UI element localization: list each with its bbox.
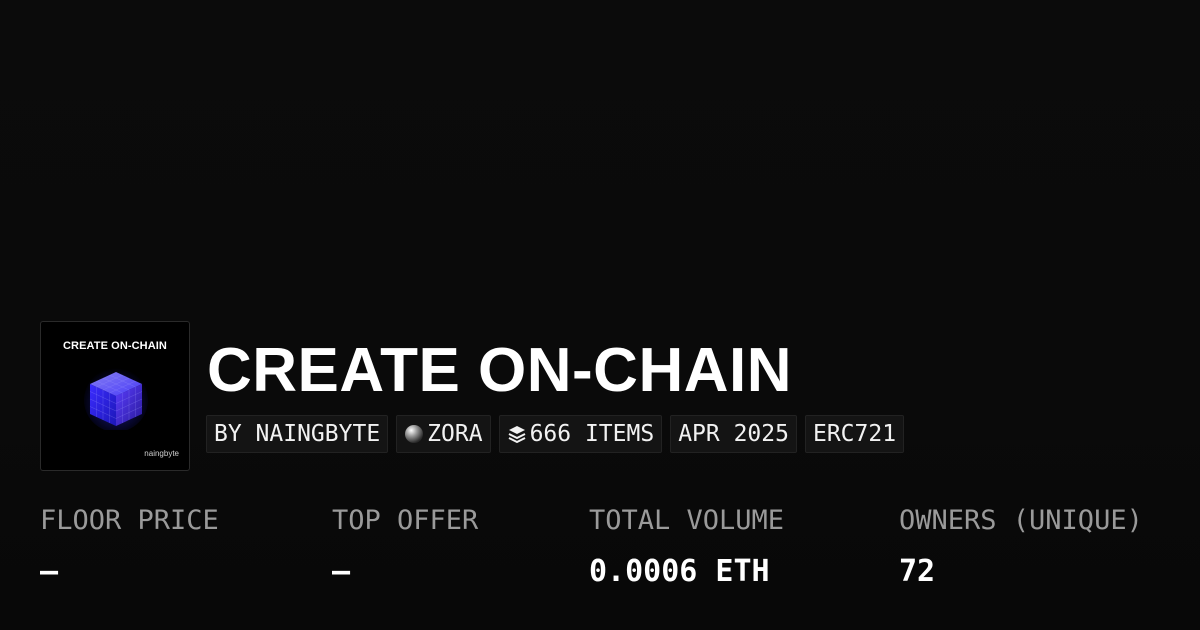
collection-stats: FLOOR PRICE — TOP OFFER — TOTAL VOLUME 0… bbox=[0, 504, 1200, 604]
standard-tag-label: ERC721 bbox=[812, 421, 897, 447]
date-tag: APR 2025 bbox=[670, 415, 797, 453]
stat-top-offer: TOP OFFER — bbox=[332, 504, 478, 590]
thumbnail-title: CREATE ON-CHAIN bbox=[63, 340, 167, 352]
thumbnail-author: naingbyte bbox=[144, 449, 179, 458]
zora-sphere-icon bbox=[404, 424, 424, 444]
date-tag-label: APR 2025 bbox=[678, 421, 789, 447]
stat-total-volume: TOTAL VOLUME 0.0006 ETH bbox=[589, 504, 784, 590]
stat-owners: OWNERS (UNIQUE) 72 bbox=[899, 504, 1143, 590]
stat-label: TOTAL VOLUME bbox=[589, 505, 785, 536]
stat-label: TOP OFFER bbox=[332, 505, 479, 536]
stat-value: — bbox=[332, 554, 351, 589]
items-tag[interactable]: 666 ITEMS bbox=[498, 415, 663, 453]
stat-label: OWNERS (UNIQUE) bbox=[899, 505, 1143, 536]
collection-thumbnail[interactable]: CREATE ON-CHAIN naingbyte bbox=[40, 321, 190, 471]
stat-value: 72 bbox=[899, 554, 936, 589]
stat-value: 0.0006 ETH bbox=[589, 554, 770, 589]
chain-tag-label: ZORA bbox=[427, 421, 483, 447]
creator-tag-label: BY NAINGBYTE bbox=[214, 421, 381, 447]
layers-icon bbox=[507, 424, 527, 444]
creator-tag[interactable]: BY NAINGBYTE bbox=[206, 415, 389, 453]
stat-value: — bbox=[40, 554, 59, 589]
standard-tag: ERC721 bbox=[804, 415, 905, 453]
chain-tag[interactable]: ZORA bbox=[396, 415, 491, 453]
collection-title: CREATE ON-CHAIN bbox=[207, 336, 792, 405]
stat-label: FLOOR PRICE bbox=[40, 505, 219, 536]
collection-tags: BY NAINGBYTE ZORA 666 ITEMS APR 2025 ERC… bbox=[206, 415, 905, 453]
cube-icon bbox=[84, 368, 148, 430]
items-tag-label: 666 ITEMS bbox=[529, 421, 655, 447]
stat-floor-price: FLOOR PRICE — bbox=[40, 504, 219, 590]
